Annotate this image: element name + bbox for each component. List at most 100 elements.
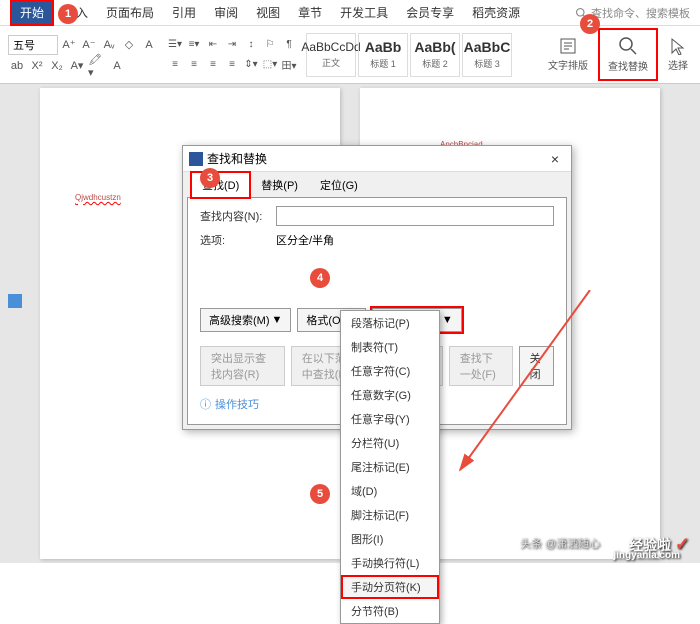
style-normal[interactable]: AaBbCcDd 正文 [306,33,356,77]
annotation-badge-2: 2 [580,14,600,34]
line-spacing-icon[interactable]: ⇕▾ [242,56,260,74]
find-replace-label: 查找替换 [608,58,648,73]
decrease-font-icon[interactable]: A⁻ [80,36,98,54]
tab-start[interactable]: 开始 [10,0,54,26]
dialog-titlebar[interactable]: 查找和替换 × [183,146,571,172]
para-group: ☰▾ ≡▾ ⇤ ⇥ ↕ ⚐ ¶ ≡ ≡ ≡ ≡ ⇕▾ ⬚▾ 田▾ [166,36,298,74]
dialog-tabs: 查找(D) 替换(P) 定位(G) [183,172,571,198]
indent-dec-icon[interactable]: ⇤ [204,36,222,54]
highlight-results-button[interactable]: 突出显示查找内容(R) [200,346,285,386]
phonetic-icon[interactable]: A [140,36,158,54]
border-icon[interactable]: 田▾ [280,56,298,74]
find-next-button[interactable]: 查找下一处(F) [449,346,513,386]
change-case-icon[interactable]: Aᵥ [100,36,118,54]
menu-para-mark[interactable]: 段落标记(P) [341,311,439,335]
menu-manual-page[interactable]: 手动分页符(K) [341,575,439,599]
menu-footnote[interactable]: 脚注标记(F) [341,503,439,527]
style-label: 标题 2 [422,57,448,70]
font-size-select[interactable]: 五号 [8,35,58,55]
super-icon[interactable]: X² [28,57,46,75]
increase-font-icon[interactable]: A⁺ [60,36,78,54]
find-content-label: 查找内容(N): [200,208,270,224]
options-label: 选项: [200,232,270,248]
char-border-icon[interactable]: A [108,57,126,75]
menu-any-char[interactable]: 任意字符(C) [341,359,439,383]
find-content-input[interactable] [276,206,554,226]
align-center-icon[interactable]: ≡ [185,56,203,74]
text-direction-icon[interactable]: ↕ [242,36,260,54]
strike-icon[interactable]: ab [8,57,26,75]
tab-resource[interactable]: 稻壳资源 [464,1,528,24]
cursor-icon [669,37,687,55]
watermark: 经验啦 ✓ jingyanla.com [629,534,690,555]
style-preview: AaBbCcDd [301,40,360,54]
info-icon: ⓘ [200,396,211,412]
menu-graphic[interactable]: 图形(I) [341,527,439,551]
watermark-url: jingyanla.com [613,550,680,561]
style-h3[interactable]: AaBbC 标题 3 [462,33,512,77]
menu-any-letter[interactable]: 任意字母(Y) [341,407,439,431]
text-layout-icon [559,37,577,55]
numbering-icon[interactable]: ≡▾ [185,36,203,54]
tab-reference[interactable]: 引用 [164,1,204,24]
dialog-title-text: 查找和替换 [207,150,267,167]
style-h2[interactable]: AaBb( 标题 2 [410,33,460,77]
search-placeholder: 查找命令、搜索模板 [591,5,690,21]
styles-gallery: AaBbCcDd 正文 AaBb 标题 1 AaBb( 标题 2 AaBbC 标… [306,33,512,77]
watermark-author: 头条 @潇洒随心 [520,535,600,551]
highlight-icon[interactable]: 🖍▾ [88,57,106,75]
align-justify-icon[interactable]: ≡ [223,56,241,74]
tab-review[interactable]: 审阅 [206,1,246,24]
select-button[interactable]: 选择 [664,35,692,74]
align-right-icon[interactable]: ≡ [204,56,222,74]
indent-inc-icon[interactable]: ⇥ [223,36,241,54]
menu-any-digit[interactable]: 任意数字(G) [341,383,439,407]
style-label: 标题 1 [370,57,396,70]
find-replace-icon [618,36,638,56]
style-preview: AaBb( [414,39,455,55]
style-preview: AaBbC [464,39,511,55]
tab-member[interactable]: 会员专享 [398,1,462,24]
sub-icon[interactable]: X₂ [48,57,66,75]
ribbon-content: 五号 A⁺ A⁻ Aᵥ ◇ A ab X² X₂ A▾ 🖍▾ A ☰▾ ≡▾ ⇤… [0,26,700,84]
sidebar-nav-icon[interactable] [8,294,22,308]
tab-goto[interactable]: 定位(G) [309,172,369,198]
style-h1[interactable]: AaBb 标题 1 [358,33,408,77]
chevron-down-icon: ▼ [442,314,453,326]
align-left-icon[interactable]: ≡ [166,56,184,74]
tab-view[interactable]: 视图 [248,1,288,24]
close-dialog-button[interactable]: 关闭 [519,346,554,386]
sort-icon[interactable]: ⚐ [261,36,279,54]
annotation-badge-3: 3 [200,168,220,188]
menu-endnote[interactable]: 尾注标记(E) [341,455,439,479]
menu-field[interactable]: 域(D) [341,479,439,503]
style-preview: AaBb [365,39,402,55]
style-label: 正文 [322,56,340,69]
close-button[interactable]: × [545,151,565,167]
tab-chapter[interactable]: 章节 [290,1,330,24]
font-color-icon[interactable]: A▾ [68,57,86,75]
menu-column-break[interactable]: 分栏符(U) [341,431,439,455]
select-label: 选择 [668,57,688,72]
clear-format-icon[interactable]: ◇ [120,36,138,54]
tab-replace[interactable]: 替换(P) [250,172,309,198]
bullets-icon[interactable]: ☰▾ [166,36,184,54]
show-marks-icon[interactable]: ¶ [280,36,298,54]
annotation-badge-4: 4 [310,268,330,288]
document-text: Qjwdhcustzn [75,193,121,202]
special-format-menu: 段落标记(P) 制表符(T) 任意字符(C) 任意数字(G) 任意字母(Y) 分… [340,310,440,624]
menu-manual-line[interactable]: 手动换行符(L) [341,551,439,575]
advanced-search-button[interactable]: 高级搜索(M) ▼ [200,308,291,332]
text-layout-label: 文字排版 [548,57,588,72]
dialog-icon [189,152,203,166]
menu-tab-char[interactable]: 制表符(T) [341,335,439,359]
find-replace-button[interactable]: 查找替换 [598,28,658,81]
annotation-badge-1: 1 [58,4,78,24]
text-layout-button[interactable]: 文字排版 [544,35,592,74]
tab-layout[interactable]: 页面布局 [98,1,162,24]
chevron-down-icon: ▼ [272,314,283,326]
menu-section-break[interactable]: 分节符(B) [341,599,439,623]
tab-dev[interactable]: 开发工具 [332,1,396,24]
options-value: 区分全/半角 [276,232,334,248]
shading-icon[interactable]: ⬚▾ [261,56,279,74]
